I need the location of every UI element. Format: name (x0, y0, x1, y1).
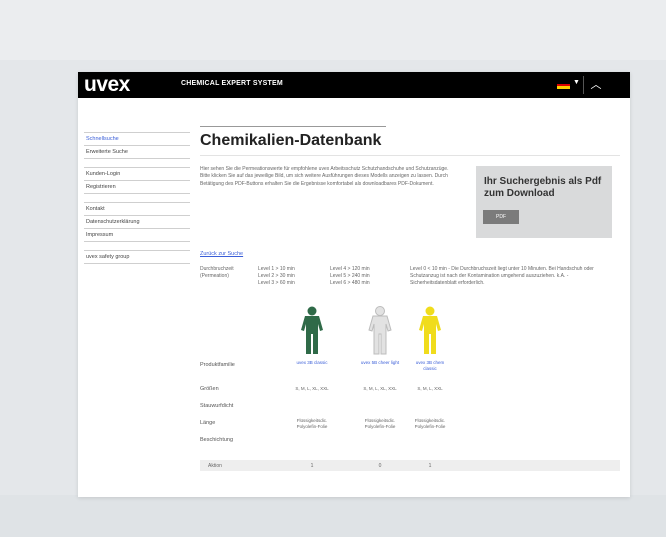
divider (200, 155, 620, 156)
scroll-up-icon[interactable]: ︿ (588, 76, 604, 94)
sidebar-item-register[interactable]: Registrieren (84, 181, 190, 194)
level-text: Level 5 > 240 min (330, 273, 370, 279)
download-box: Ihr Suchergebnis als Pdf zum Download PD… (476, 166, 612, 238)
permeation-levels-1: Level 1 > 10 min Level 2 > 30 min Level … (258, 266, 295, 287)
material-value: Flüssigkeitsdic. Polyolefin-Folie (364, 418, 396, 429)
app-title: CHEMICAL EXPERT SYSTEM (181, 80, 283, 87)
divider (583, 76, 584, 94)
permeation-note: Level 0 < 10 min - Die Durchbruchszeit l… (410, 266, 594, 286)
sidebar-item-advanced-search[interactable]: Erweiterte Suche (84, 146, 190, 159)
divider (200, 126, 386, 127)
german-flag-icon[interactable] (557, 81, 570, 89)
sidebar-nav: Schnellsuche Erweiterte Suche Kunden-Log… (84, 132, 190, 272)
action-label: Aktion (208, 463, 222, 469)
backdrop (0, 0, 666, 60)
download-heading: Ihr Suchergebnis als Pdf zum Download (484, 176, 602, 199)
backdrop-footer (0, 495, 666, 537)
permeation-levels-2: Level 4 > 120 min Level 5 > 240 min Leve… (330, 266, 370, 287)
action-value[interactable]: 1 (415, 463, 445, 469)
size-value: S, M, L, XL, XXL (295, 386, 329, 391)
intro-text: Hier sehen Sie die Permeationswerte für … (200, 166, 449, 187)
pdf-download-button[interactable]: PDF (483, 210, 519, 224)
level-text: Level 6 > 480 min (330, 280, 370, 286)
thickness-label: Stauwurfdicht (200, 403, 234, 409)
material-value: Flüssigkeitsdic. Polyolefin-Folie (296, 418, 328, 429)
language-dropdown-icon[interactable]: ▼ (573, 79, 580, 86)
action-value[interactable]: 1 (297, 463, 327, 469)
suit-yellow-icon[interactable] (411, 306, 449, 358)
length-label: Länge (200, 420, 216, 426)
sidebar-group: Kunden-Login Registrieren (84, 167, 190, 194)
top-bar: uvex CHEMICAL EXPERT SYSTEM ▼ ︿ (78, 72, 630, 98)
material-value: Flüssigkeitsdic. Polyolefin-Folie (414, 418, 446, 429)
level-text: Level 1 > 10 min (258, 266, 295, 272)
suit-green-icon[interactable] (293, 306, 331, 358)
sidebar-group: uvex safety group (84, 250, 190, 264)
sidebar-group: Schnellsuche Erweiterte Suche (84, 132, 190, 159)
size-value: S, M, L, XXL (417, 386, 443, 391)
level-text: Level 2 > 30 min (258, 273, 295, 279)
back-to-search-link[interactable]: Zurück zur Suche (200, 251, 243, 257)
browser-window: uvex CHEMICAL EXPERT SYSTEM ▼ ︿ Schnells… (78, 72, 630, 497)
sizes-label: Größen (200, 386, 219, 392)
size-value: S, M, L, XL, XXL (363, 386, 397, 391)
level-text: Level 3 > 60 min (258, 280, 295, 286)
sidebar-item-quick-search[interactable]: Schnellsuche (84, 133, 190, 146)
action-row: Aktion 1 0 1 (200, 460, 620, 471)
uvex-logo[interactable]: uvex (84, 73, 130, 97)
page-title: Chemikalien-Datenbank (200, 132, 382, 149)
sidebar-item-uvex-group[interactable]: uvex safety group (84, 251, 190, 264)
sidebar-item-imprint[interactable]: Impressum (84, 229, 190, 242)
sidebar-item-customer-login[interactable]: Kunden-Login (84, 168, 190, 181)
sidebar-group: Kontakt Datenschutzerklärung Impressum (84, 202, 190, 242)
product-family-label: Produktfamilie (200, 362, 235, 368)
permeation-label: Durchbruchzeit (Permeation) (200, 266, 234, 279)
product-link[interactable]: uvex 3B chem classic (410, 360, 450, 372)
level-text: Level 4 > 120 min (330, 266, 370, 272)
suit-white-icon[interactable] (361, 306, 399, 358)
product-link[interactable]: uvex 5B cheer light (360, 360, 400, 366)
sidebar-item-contact[interactable]: Kontakt (84, 203, 190, 216)
product-link[interactable]: uvex 3B classic (292, 360, 332, 366)
sidebar-item-privacy[interactable]: Datenschutzerklärung (84, 216, 190, 229)
flag-stripe (557, 86, 570, 89)
coating-label: Beschichtung (200, 437, 234, 443)
action-value[interactable]: 0 (365, 463, 395, 469)
